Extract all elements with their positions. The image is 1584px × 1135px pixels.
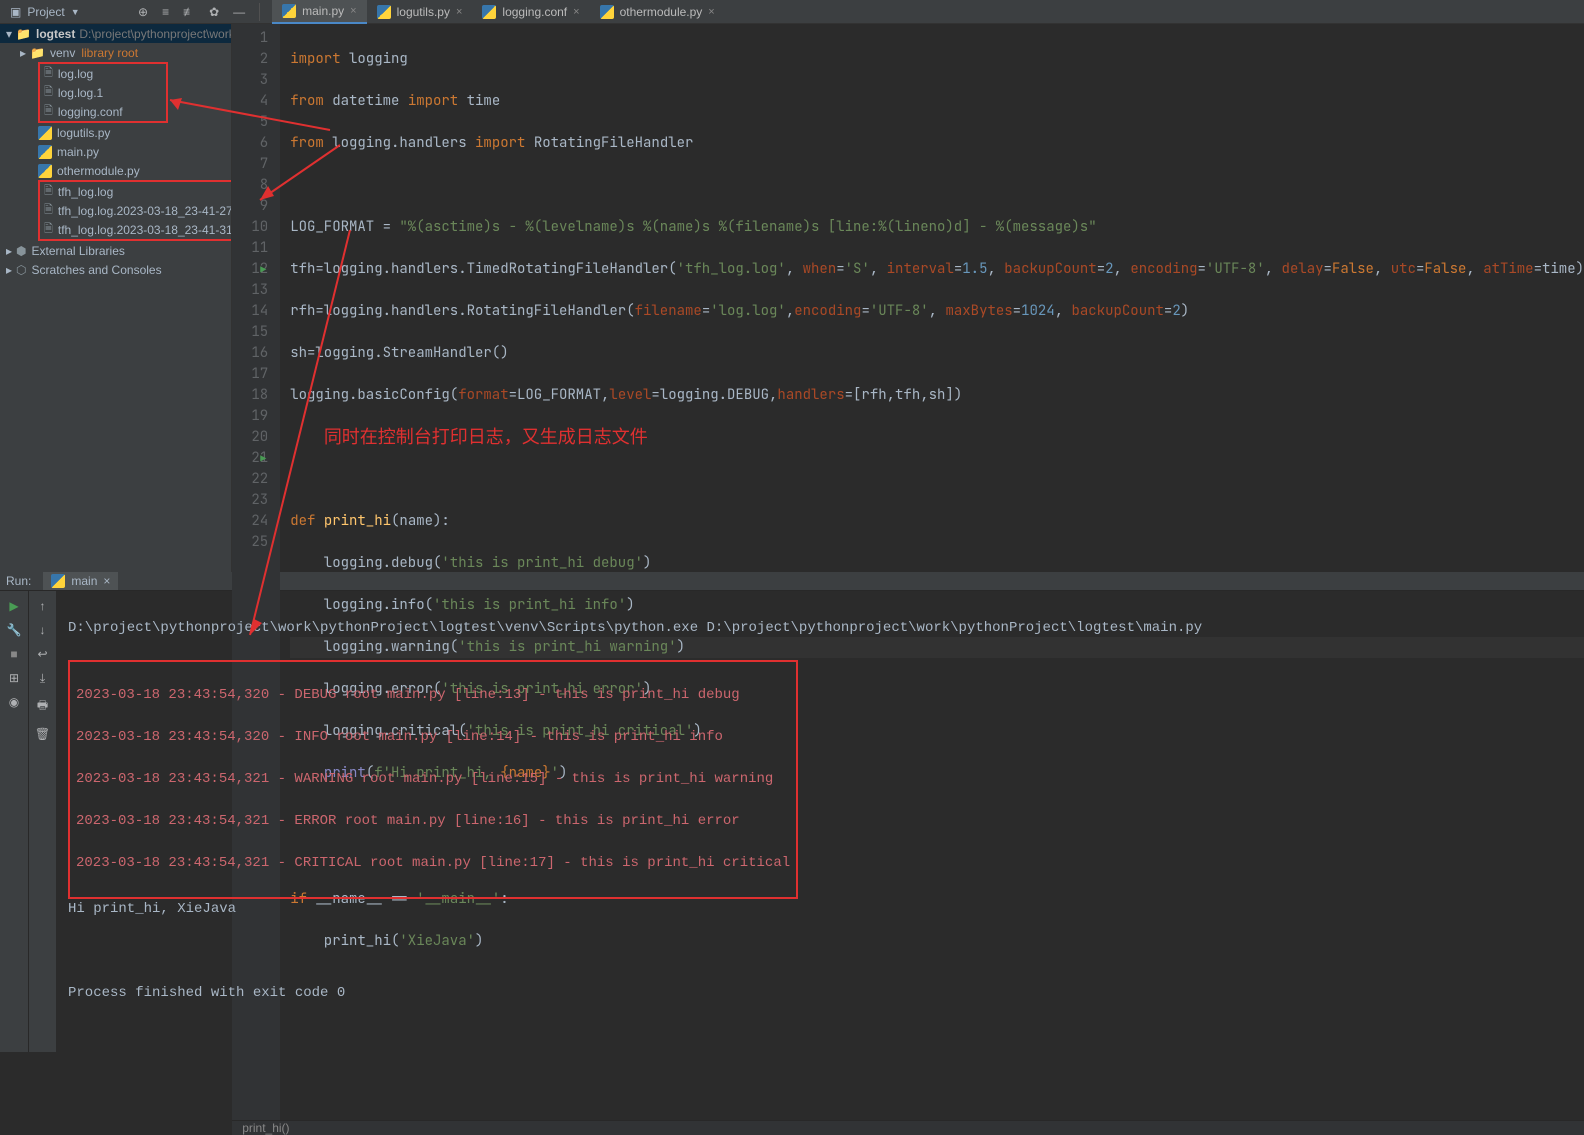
run-toolbar: ▶ 🔧 ■ ⊞ ◉ xyxy=(0,591,28,1052)
tree-scratches[interactable]: ▸ ⬡ Scratches and Consoles xyxy=(0,260,231,279)
project-tool-window-header[interactable]: ▣ Project ▼ xyxy=(0,5,130,19)
print-icon[interactable]: 🖶 xyxy=(37,696,48,717)
clear-icon[interactable]: 🗑 xyxy=(35,727,50,741)
tree-file-logging-conf[interactable]: 🗎logging.conf xyxy=(40,102,166,121)
tab-label: othermodule.py xyxy=(620,5,703,19)
pin-icon[interactable]: ◉ xyxy=(9,695,19,709)
file-icon: 🗎 xyxy=(44,102,53,121)
gear-icon[interactable]: ✿ xyxy=(209,5,219,19)
run-tab-main[interactable]: main × xyxy=(43,572,118,590)
expand-icon[interactable]: ≡ xyxy=(162,5,169,19)
run-gutter-icon[interactable]: ▶ xyxy=(260,448,266,469)
run-label: Run: xyxy=(6,574,31,588)
hide-icon[interactable]: — xyxy=(233,5,245,19)
python-file-icon xyxy=(38,145,52,159)
python-file-icon xyxy=(282,4,296,18)
tree-external-libraries[interactable]: ▸ ⬢ External Libraries xyxy=(0,241,231,260)
breadcrumb[interactable]: print_hi() xyxy=(232,1120,1584,1135)
file-icon: 🗎 xyxy=(44,64,53,83)
rerun-icon[interactable]: ▶ xyxy=(9,599,18,613)
close-icon[interactable]: × xyxy=(708,6,714,18)
run-gutter-icon[interactable]: ▶ xyxy=(260,259,266,280)
code-editor[interactable]: 1 2 3 4 5 6 7 8 9 10 11 12▶ 13 14 15 16 … xyxy=(232,24,1584,572)
tree-root[interactable]: ▾ 📁 logtest D:\project\pythonproject\wor… xyxy=(0,24,231,43)
close-icon[interactable]: × xyxy=(350,5,356,17)
tree-root-path: D:\project\pythonproject\work\ xyxy=(79,27,232,41)
project-icon: ▣ xyxy=(10,5,21,19)
tab-label: logging.conf xyxy=(502,5,567,19)
folder-icon: 📁 xyxy=(30,46,45,60)
file-icon: 🗎 xyxy=(44,220,53,239)
separator xyxy=(259,3,260,21)
tree-file-othermodule[interactable]: othermodule.py xyxy=(0,161,231,180)
down-icon[interactable]: ↓ xyxy=(40,623,46,637)
python-file-icon xyxy=(377,5,391,19)
project-label: Project xyxy=(27,5,64,19)
annotation-box-tfh-files: 🗎tfh_log.log 🗎tfh_log.log.2023-03-18_23-… xyxy=(38,180,232,241)
tab-logging-conf[interactable]: logging.conf × xyxy=(472,0,589,24)
chevron-down-icon: ▼ xyxy=(71,7,80,17)
project-tree: ▾ 📁 logtest D:\project\pythonproject\wor… xyxy=(0,24,232,572)
tree-file-tfh-log-2[interactable]: 🗎tfh_log.log.2023-03-18_23-41-31 xyxy=(40,220,232,239)
folder-icon: 📁 xyxy=(16,27,31,41)
library-icon: ⬢ xyxy=(16,244,26,258)
tree-file-tfh-log-1[interactable]: 🗎tfh_log.log.2023-03-18_23-41-27 xyxy=(40,201,232,220)
annotation-box-console: 2023-03-18 23:43:54,320 - DEBUG root mai… xyxy=(68,660,798,899)
python-file-icon xyxy=(38,126,52,140)
tree-venv-label: venv xyxy=(50,46,75,60)
tab-label: main.py xyxy=(302,4,344,18)
file-icon: 🗎 xyxy=(44,83,53,102)
tab-othermodule-py[interactable]: othermodule.py × xyxy=(590,0,725,24)
chevron-down-icon: ▾ xyxy=(6,27,12,41)
library-root-hint: library root xyxy=(81,46,138,60)
layout-icon[interactable]: ⊞ xyxy=(9,671,19,685)
tree-file-log-log[interactable]: 🗎log.log xyxy=(40,64,166,83)
tree-file-tfh-log[interactable]: 🗎tfh_log.log xyxy=(40,182,232,201)
console-toolbar: ↑ ↓ ↩ ⤓ 🖶 🗑 xyxy=(28,591,56,1052)
wrench-icon[interactable]: 🔧 xyxy=(7,623,22,637)
python-file-icon xyxy=(51,574,65,588)
collapse-icon[interactable]: ≢ xyxy=(183,5,195,19)
python-file-icon xyxy=(482,5,496,19)
annotation-box-log-files: 🗎log.log 🗎log.log.1 🗎logging.conf xyxy=(38,62,168,123)
annotation-text: 同时在控制台打印日志，又生成日志文件 xyxy=(324,427,648,447)
chevron-right-icon: ▸ xyxy=(6,244,12,258)
python-file-icon xyxy=(38,164,52,178)
close-icon[interactable]: × xyxy=(573,6,579,18)
chevron-right-icon: ▸ xyxy=(20,46,26,60)
editor-tabs: main.py × logutils.py × logging.conf × o… xyxy=(272,0,1584,24)
tab-main-py[interactable]: main.py × xyxy=(272,0,366,24)
python-file-icon xyxy=(600,5,614,19)
tree-root-name: logtest xyxy=(36,27,75,41)
target-icon[interactable]: ⊕ xyxy=(138,5,148,19)
tree-file-main[interactable]: main.py xyxy=(0,142,231,161)
tree-venv[interactable]: ▸ 📁 venv library root xyxy=(0,43,231,62)
close-icon[interactable]: × xyxy=(103,574,110,588)
tab-logutils-py[interactable]: logutils.py × xyxy=(367,0,473,24)
scratches-icon: ⬡ xyxy=(16,263,26,277)
soft-wrap-icon[interactable]: ↩ xyxy=(37,647,47,661)
file-icon: 🗎 xyxy=(44,201,53,220)
console-output[interactable]: D:\project\pythonproject\work\pythonProj… xyxy=(56,591,1584,1052)
tree-file-log-log-1[interactable]: 🗎log.log.1 xyxy=(40,83,166,102)
tree-file-logutils[interactable]: logutils.py xyxy=(0,123,231,142)
scroll-to-end-icon[interactable]: ⤓ xyxy=(40,671,45,686)
chevron-right-icon: ▸ xyxy=(6,263,12,277)
up-icon[interactable]: ↑ xyxy=(40,599,46,613)
close-icon[interactable]: × xyxy=(456,6,462,18)
tab-label: logutils.py xyxy=(397,5,450,19)
file-icon: 🗎 xyxy=(44,182,53,201)
stop-icon[interactable]: ■ xyxy=(10,647,17,661)
